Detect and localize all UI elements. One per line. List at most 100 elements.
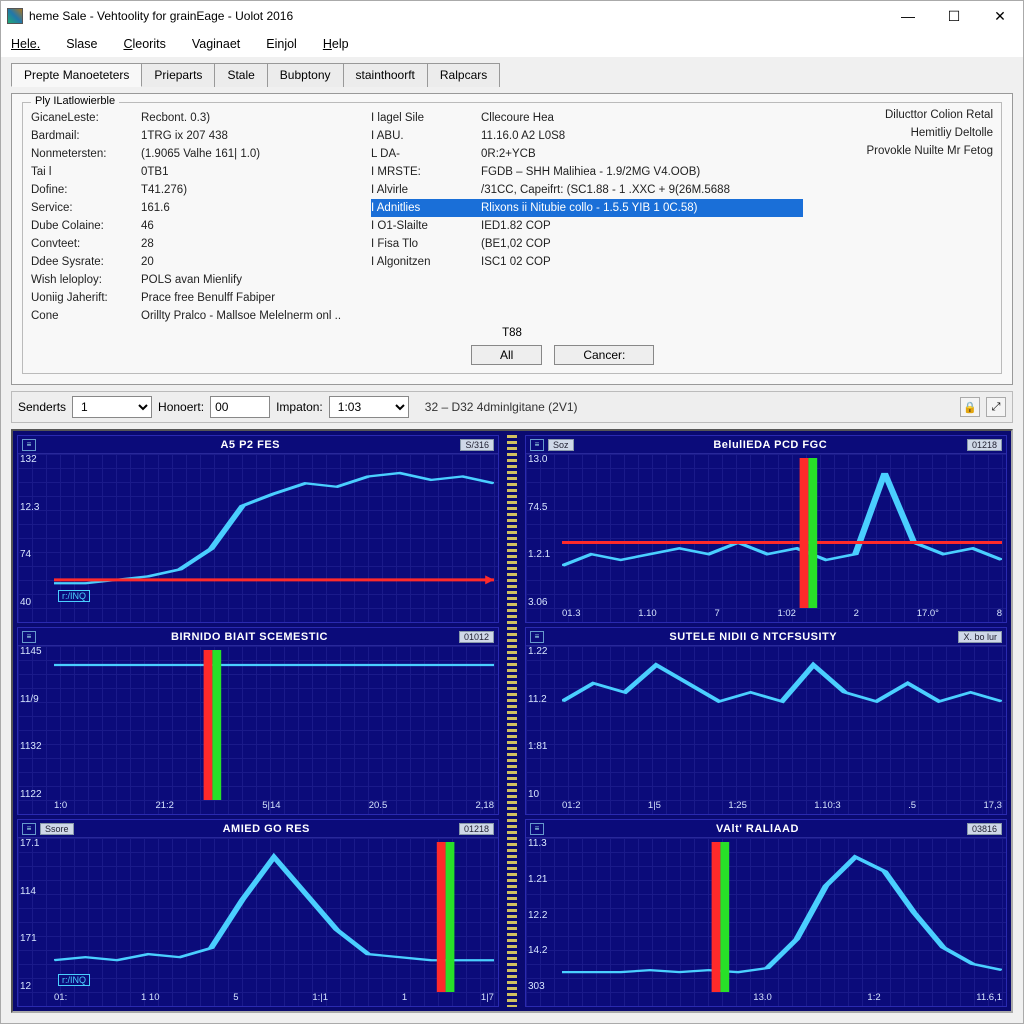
kv-key: I O1-Slailte	[371, 220, 481, 232]
menu-slase[interactable]: Slase	[66, 37, 97, 51]
x-axis: 01.31.1071:02217.0°8	[562, 608, 1002, 622]
kv-row: I O1-SlailteIED1.82 COP	[371, 217, 803, 235]
tab-bubptony[interactable]: Bubptony	[267, 63, 344, 87]
chart-valt: ≡ VAlt' RALlAAD03816 11.31.2112.214.230313…	[525, 819, 1007, 1007]
kv-key: I Fisa Tlo	[371, 238, 481, 250]
properties-panel: Ply ILatlowierble GicaneLeste:Recbont. 0…	[11, 93, 1013, 385]
kv-key: Cone	[31, 310, 141, 322]
groupbox-ply: Ply ILatlowierble GicaneLeste:Recbont. 0…	[22, 102, 1002, 374]
kv-key: Convteet:	[31, 238, 141, 250]
kv-value: /31CC, Capeifrt: (SC1.88 - 1 .XXC + 9(26…	[481, 184, 730, 196]
button-row: All Cancer:	[31, 345, 993, 365]
senders-select[interactable]: 1	[72, 396, 152, 418]
kv-key: Uoniig Jaherift:	[31, 292, 141, 304]
chart-title: BIRNIDO BIAIT SCEMESTIC	[40, 631, 459, 643]
kv-key: L DA-	[371, 148, 481, 160]
kv-value: Recbont. 0.3)	[141, 112, 210, 124]
kv-row: Bardmail:1TRG ix 207 438	[31, 127, 371, 145]
cancel-button[interactable]: Cancer:	[554, 345, 654, 365]
chart-svg	[54, 650, 494, 800]
chart-menu-icon[interactable]: ≡	[530, 823, 544, 835]
chart-menu-icon[interactable]: ≡	[22, 823, 36, 835]
y-axis: 13.074.51.2.13.06	[528, 454, 562, 608]
kv-key: Dube Colaine:	[31, 220, 141, 232]
chart-menu-icon[interactable]: ≡	[22, 631, 36, 643]
kv-row: Service:161.6	[31, 199, 371, 217]
minimize-button[interactable]: —	[885, 1, 931, 31]
kv-value: (1.9065 Valhe 161| 1.0)	[141, 148, 260, 160]
chart-badge: X. bo lur	[958, 631, 1002, 643]
chart-badge: S/316	[460, 439, 494, 451]
chart-title: VAlt' RALlAAD	[548, 823, 967, 835]
tab-prieparts[interactable]: Prieparts	[141, 63, 215, 87]
chart-menu-icon[interactable]: ≡	[530, 631, 544, 643]
kv-row[interactable]: I AdnitliesRlixons ii Nitubie collo - 1.…	[371, 199, 803, 217]
menu-hele[interactable]: Hele.	[11, 37, 40, 51]
expand-icon[interactable]: ⤢	[986, 397, 1006, 417]
menu-vaginaet[interactable]: Vaginaet	[192, 37, 240, 51]
group-title: Ply ILatlowierble	[31, 95, 119, 107]
lock-icon[interactable]: 🔒	[960, 397, 980, 417]
chart-svg	[562, 842, 1002, 992]
kv-value: T41.276)	[141, 184, 187, 196]
tab-stale[interactable]: Stale	[214, 63, 267, 87]
right-link[interactable]: Provokle Nuilte Mr Fetog	[803, 145, 993, 163]
chart-amied: ≡SsoreAMIED GO RES0121817.111417112r:/IN…	[17, 819, 499, 1007]
impaton-select[interactable]: 1:03	[329, 396, 409, 418]
chart-head-badge[interactable]: Soz	[548, 439, 574, 451]
tab-prepte-manoeteters[interactable]: Prepte Manoeteters	[11, 63, 142, 87]
status-text: 32 – D32 4dminlgitane (2V1)	[425, 400, 578, 414]
right-link[interactable]: Hemitliy Deltolle	[803, 127, 993, 145]
kv-value: FGDB – SHH Malihiea - 1.9/2MG V4.OOB)	[481, 166, 700, 178]
chart-title: BelulIEDA PCD FGC	[574, 439, 967, 451]
chart-menu-icon[interactable]: ≡	[22, 439, 36, 451]
tab-ralpcars[interactable]: Ralpcars	[427, 63, 500, 87]
kv-row: I ABU.11.16.0 A2 L0S8	[371, 127, 803, 145]
kv-value: 28	[141, 238, 154, 250]
honoert-input[interactable]	[210, 396, 270, 418]
kv-key: Service:	[31, 202, 141, 214]
x-axis	[54, 608, 494, 622]
kv-row: Uoniig Jaherift:Prace free Benulff Fabip…	[31, 289, 371, 307]
kv-value: Orillty Pralco - Mallsoe Melelnerm onl .…	[141, 310, 341, 322]
titlebar: heme Sale - Vehtoolity for grainEage - U…	[1, 1, 1023, 31]
impaton-label: Impaton:	[276, 400, 323, 414]
y-axis: 1.2211.21:8110	[528, 646, 562, 800]
right-link[interactable]: Dilucttor Colion Retal	[803, 109, 993, 127]
maximize-button[interactable]: ☐	[931, 1, 977, 31]
chart-badge: 03816	[967, 823, 1002, 835]
chart-body: 11.31.2112.214.230313.01:211.6,1	[526, 838, 1006, 1006]
chart-menu-icon[interactable]: ≡	[530, 439, 544, 451]
kv-key: Ddee Sysrate:	[31, 256, 141, 268]
menu-cleorits[interactable]: Cleorits	[123, 37, 165, 51]
all-button[interactable]: All	[471, 345, 542, 365]
chart-tag: r:/INQ	[58, 974, 90, 986]
kv-row: GicaneLeste:Recbont. 0.3)	[31, 109, 371, 127]
x-axis: 01:21|51:251.10:3.517,3	[562, 800, 1002, 814]
kv-row: Nonmetersten:(1.9065 Valhe 161| 1.0)	[31, 145, 371, 163]
control-bar: Senderts 1 Honoert: Impaton: 1:03 32 – D…	[11, 391, 1013, 423]
menu-einjol[interactable]: Einjol	[266, 37, 297, 51]
kv-value: 11.16.0 A2 L0S8	[481, 130, 565, 142]
chart-header: ≡SsoreAMIED GO RES01218	[18, 820, 498, 838]
kv-key: Bardmail:	[31, 130, 141, 142]
kv-row: Convteet:28	[31, 235, 371, 253]
chart-header: ≡ VAlt' RALlAAD03816	[526, 820, 1006, 838]
kv-value: IED1.82 COP	[481, 220, 551, 232]
y-axis: 114511/911321122	[20, 646, 54, 800]
kv-value: 0R:2+YCB	[481, 148, 536, 160]
chart-badge: 01012	[459, 631, 494, 643]
kv-row: I Alvirle/31CC, Capeifrt: (SC1.88 - 1 .X…	[371, 181, 803, 199]
kv-value: Prace free Benulff Fabiper	[141, 292, 275, 304]
chart-birnido: ≡ BIRNIDO BIAIT SCEMESTIC01012 114511/9113…	[17, 627, 499, 815]
y-axis: 13212.37440	[20, 454, 54, 608]
kv-value: POLS avan Mienlify	[141, 274, 242, 286]
tab-stainthoorft[interactable]: stainthoorft	[343, 63, 428, 87]
client-area: Prepte Manoeteters Prieparts Stale Bubpt…	[1, 57, 1023, 1023]
left-column: GicaneLeste:Recbont. 0.3)Bardmail:1TRG i…	[31, 109, 371, 325]
kv-row: Tai l0TB1	[31, 163, 371, 181]
menu-help[interactable]: Help	[323, 37, 349, 51]
chart-head-badge[interactable]: Ssore	[40, 823, 74, 835]
close-button[interactable]: ✕	[977, 1, 1023, 31]
chart-divider	[507, 435, 517, 1007]
